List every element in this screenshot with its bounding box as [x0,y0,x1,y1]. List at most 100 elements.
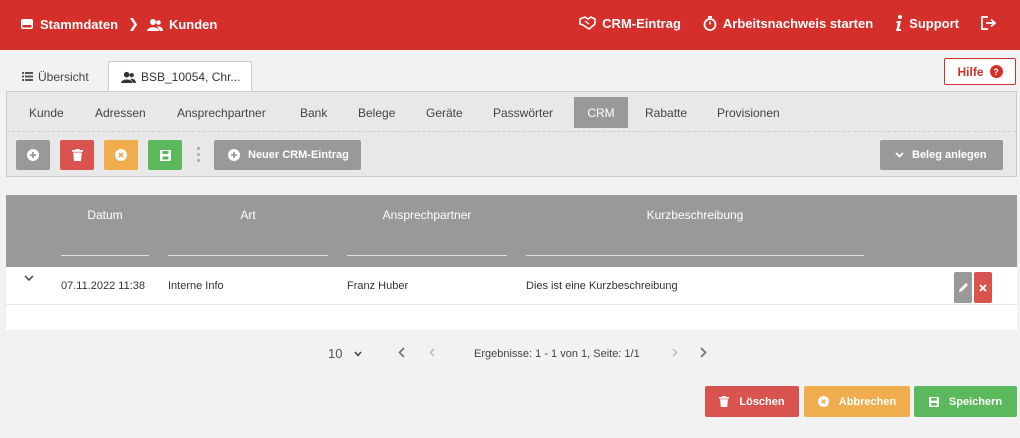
chevron-down-icon [354,351,363,357]
bottom-cancel-label: Abbrechen [838,395,897,408]
add-button[interactable] [16,140,50,170]
page-size-select[interactable]: 10 [328,346,363,361]
column-header-kurzbeschreibung[interactable]: Kurzbeschreibung [526,208,864,222]
save-button[interactable] [148,140,182,170]
table-row[interactable]: 07.11.2022 11:38 Interne Info Franz Hube… [6,267,1017,305]
column-header-datum[interactable]: Datum [61,208,149,222]
filter-input-ansprechpartner[interactable] [347,255,507,256]
close-circle-icon [817,396,829,407]
bottom-delete-button[interactable]: Löschen [705,386,799,417]
plus-circle-icon [228,149,240,161]
tab-overview[interactable]: Übersicht [22,61,89,92]
create-document-label: Beleg anlegen [912,149,987,161]
pencil-icon [958,283,968,292]
breadcrumb-current-label: Kunden [168,16,218,32]
bottom-save-label: Speichern [948,395,1003,408]
sub-nav: Kunde Adressen Ansprechpartner Bank Bele… [7,92,1016,132]
subnav-passwoerter[interactable]: Passwörter [485,97,561,128]
trash-icon [71,149,83,161]
subnav-bank[interactable]: Bank [292,97,335,128]
chevron-down-icon [895,152,904,158]
stopwatch-icon [703,15,717,31]
chevron-left-icon [398,347,405,358]
cell-art: Interne Info [168,280,224,292]
floppy-icon [159,149,171,161]
help-button[interactable]: Hilfe ? [944,58,1016,85]
breadcrumb-home-label: Stammdaten [40,16,119,32]
drive-icon [21,19,33,29]
bottom-save-button[interactable]: Speichern [914,386,1017,417]
close-icon [979,283,987,292]
column-header-ansprechpartner[interactable]: Ansprechpartner [347,208,507,222]
delete-row-button[interactable] [974,272,992,303]
new-crm-entry-button[interactable]: Neuer CRM-Eintrag [214,140,361,170]
floppy-icon [928,396,939,407]
cell-datum: 07.11.2022 11:38 [61,280,146,292]
column-header-art[interactable]: Art [168,208,328,222]
support-link[interactable]: Support [895,15,959,31]
plus-circle-icon [27,149,39,161]
breadcrumb-stammdaten[interactable]: Stammdaten [20,17,118,32]
info-icon [896,15,903,31]
crm-entry-link[interactable]: CRM-Eintrag [579,16,681,31]
start-work-label: Arbeitsnachweis starten [722,15,874,31]
chevron-down-icon[interactable] [24,275,34,282]
next-page-button[interactable] [672,348,678,357]
breadcrumb: Stammdaten ❯ Kunden [20,16,217,32]
help-label: Hilfe [957,64,984,79]
subnav-crm[interactable]: CRM [574,97,628,128]
new-crm-entry-label: Neuer CRM-Eintrag [248,149,349,161]
handshake-icon [579,16,596,30]
page-size-value: 10 [328,346,343,361]
pagination: 10 Ergebnisse: 1 - 1 von 1, Seite: 1/1 [0,340,1020,370]
first-page-button[interactable] [398,347,405,358]
support-label: Support [909,15,959,31]
table-empty-row [6,306,1017,330]
top-bar: Stammdaten ❯ Kunden CRM-Eintrag Arbeitsn… [0,0,1020,50]
breadcrumb-kunden[interactable]: Kunden [146,16,218,32]
table-header: Datum Art Ansprechpartner Kurzbeschreibu… [6,195,1017,267]
chevron-right-icon [700,347,707,358]
chevron-left-icon [429,348,435,357]
filter-input-art[interactable] [168,255,328,256]
cell-kurzbeschreibung: Dies ist eine Kurzbeschreibung [526,280,678,292]
tab-customer[interactable]: BSB_10054, Chr... [108,61,252,92]
last-page-button[interactable] [700,347,707,358]
filter-input-datum[interactable] [61,255,149,256]
list-icon [22,72,33,81]
result-info: Ergebnisse: 1 - 1 von 1, Seite: 1/1 [474,348,640,360]
filter-input-kurzbeschreibung[interactable] [526,255,864,256]
delete-button[interactable] [60,140,94,170]
create-document-button[interactable]: Beleg anlegen [880,140,1003,170]
previous-page-button[interactable] [429,348,435,357]
top-nav: CRM-Eintrag Arbeitsnachweis starten Supp… [579,15,1020,31]
subnav-geraete[interactable]: Geräte [418,97,471,128]
tab-bar: Übersicht BSB_10054, Chr... [0,50,1020,92]
close-circle-icon [115,149,127,161]
edit-row-button[interactable] [954,272,972,303]
subnav-rabatte[interactable]: Rabatte [637,97,695,128]
users-icon [121,71,136,83]
toolbar: Neuer CRM-Eintrag Beleg anlegen [7,133,1016,177]
logout-icon [981,16,996,30]
subnav-ansprechpartner[interactable]: Ansprechpartner [169,97,274,128]
start-work-link[interactable]: Arbeitsnachweis starten [703,15,874,31]
crm-table: Datum Art Ansprechpartner Kurzbeschreibu… [6,195,1017,330]
subnav-kunde[interactable]: Kunde [21,97,72,128]
question-icon: ? [989,65,1003,78]
tab-overview-label: Übersicht [38,69,89,84]
tab-customer-label: BSB_10054, Chr... [141,70,241,84]
cancel-button[interactable] [104,140,138,170]
bottom-cancel-button[interactable]: Abbrechen [804,386,910,417]
chevron-right-icon [672,348,678,357]
subnav-provisionen[interactable]: Provisionen [709,97,788,128]
subnav-adressen[interactable]: Adressen [87,97,154,128]
subnav-belege[interactable]: Belege [350,97,403,128]
cell-ansprechpartner: Franz Huber [347,280,409,292]
chevron-right-icon: ❯ [128,16,139,31]
bottom-delete-label: Löschen [739,395,785,408]
crm-entry-label: CRM-Eintrag [602,15,681,31]
trash-icon [719,396,730,407]
users-icon [146,18,163,31]
logout-button[interactable] [981,16,1002,30]
